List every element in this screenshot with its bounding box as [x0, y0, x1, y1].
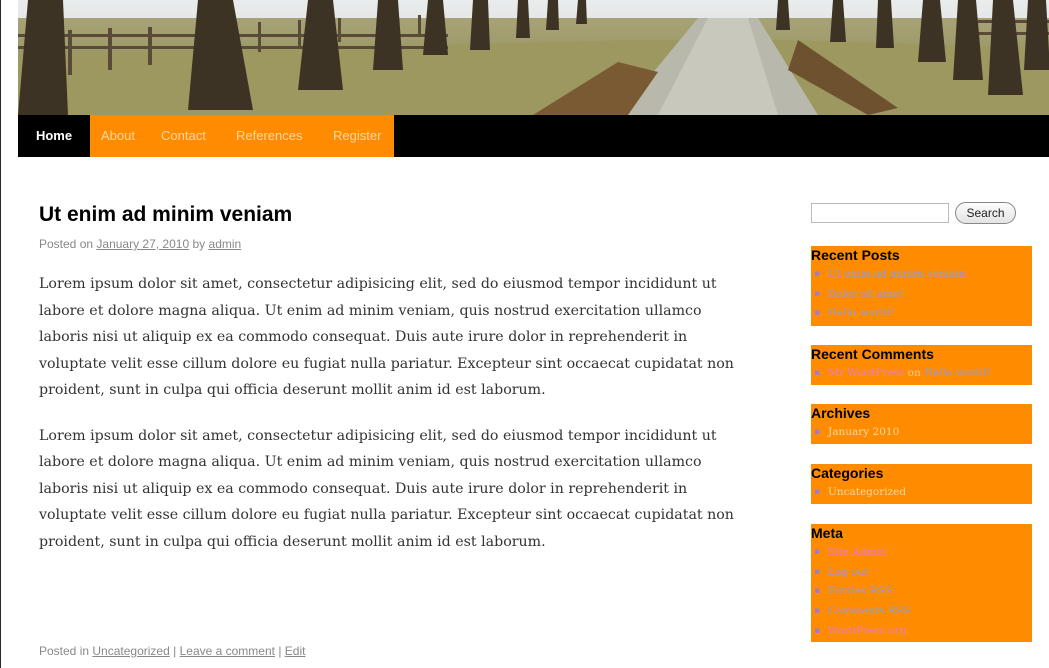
list-item: Comments RSS — [811, 602, 1032, 622]
widget-title: Recent Posts — [811, 247, 900, 263]
list-item: Ut enim ad minim veniam — [811, 265, 1032, 285]
widget-categories: Categories Uncategorized — [811, 464, 1032, 504]
post-paragraph: Lorem ipsum dolor sit amet, consectetur … — [39, 276, 734, 398]
nav-orange-group: About Contact References Register — [90, 115, 394, 157]
wordpress-org-link[interactable]: WordPress.org — [828, 625, 907, 637]
search-button[interactable]: Search — [955, 202, 1016, 224]
log-out-link[interactable]: Log out — [828, 566, 869, 578]
widget-title: Categories — [811, 465, 884, 481]
nav-register[interactable]: Register — [333, 115, 381, 157]
post-title[interactable]: Ut enim ad minim veniam — [39, 203, 292, 227]
post-meta: Posted on January 27, 2010 by admin — [39, 237, 241, 251]
widget-title: Archives — [811, 405, 871, 421]
list-item: January 2010 — [811, 423, 1032, 443]
post-footer: Posted in Uncategorized | Leave a commen… — [39, 644, 305, 658]
list-item: WordPress.org — [811, 622, 1032, 642]
list-item: Uncategorized — [811, 483, 1032, 503]
nav-about[interactable]: About — [101, 115, 135, 157]
site-admin-link[interactable]: Site Admin — [828, 546, 887, 558]
post-body: Lorem ipsum dolor sit amet, consectetur … — [39, 271, 739, 574]
list-item: Entries RSS — [811, 582, 1032, 602]
list-item: Hello world! — [811, 304, 1032, 324]
post-paragraph: Lorem ipsum dolor sit amet, consectetur … — [39, 427, 734, 550]
nav-references[interactable]: References — [236, 115, 302, 157]
recent-post-link[interactable]: Dolor sit amet — [828, 288, 904, 300]
list-item: Mr WordPress on Hello world! — [811, 364, 1032, 384]
edit-link[interactable]: Edit — [285, 644, 306, 658]
nav-contact[interactable]: Contact — [161, 115, 206, 157]
post-date-link[interactable]: January 27, 2010 — [96, 237, 189, 251]
search-input[interactable] — [811, 203, 949, 223]
entries-rss-link[interactable]: Entries RSS — [828, 585, 892, 597]
page-frame: Home About Contact References Register U… — [0, 0, 1049, 668]
category-link[interactable]: Uncategorized — [92, 644, 169, 658]
on-label: on — [907, 367, 921, 379]
widget-title: Recent Comments — [811, 346, 934, 362]
list-item: Log out — [811, 563, 1032, 583]
main-nav: Home About Contact References Register — [18, 115, 1049, 157]
list-item: Dolor sit amet — [811, 285, 1032, 305]
list-item: Site Admin — [811, 543, 1032, 563]
widget-meta: Meta Site Admin Log out Entries RSS Comm… — [811, 524, 1032, 642]
posted-on-label: Posted on — [39, 237, 94, 251]
widget-recent-posts: Recent Posts Ut enim ad minim veniam Dol… — [811, 246, 1032, 326]
header-image — [18, 0, 1049, 115]
separator: | — [278, 644, 282, 658]
widget-title: Meta — [811, 525, 843, 541]
recent-post-link[interactable]: Ut enim ad minim veniam — [828, 268, 966, 280]
category-link[interactable]: Uncategorized — [828, 486, 906, 498]
nav-home[interactable]: Home — [18, 115, 90, 157]
leave-comment-link[interactable]: Leave a comment — [180, 644, 275, 658]
comment-author-link[interactable]: Mr WordPress — [828, 367, 904, 379]
widget-archives: Archives January 2010 — [811, 404, 1032, 444]
widget-recent-comments: Recent Comments Mr WordPress on Hello wo… — [811, 345, 1032, 385]
comment-post-link[interactable]: Hello world! — [924, 367, 990, 379]
archive-link[interactable]: January 2010 — [828, 426, 899, 438]
by-label: by — [192, 237, 206, 251]
comments-rss-link[interactable]: Comments RSS — [828, 605, 910, 617]
posted-in-label: Posted in — [39, 644, 90, 658]
post-author-link[interactable]: admin — [209, 237, 242, 251]
recent-post-link[interactable]: Hello world! — [828, 307, 894, 319]
separator: | — [173, 644, 177, 658]
